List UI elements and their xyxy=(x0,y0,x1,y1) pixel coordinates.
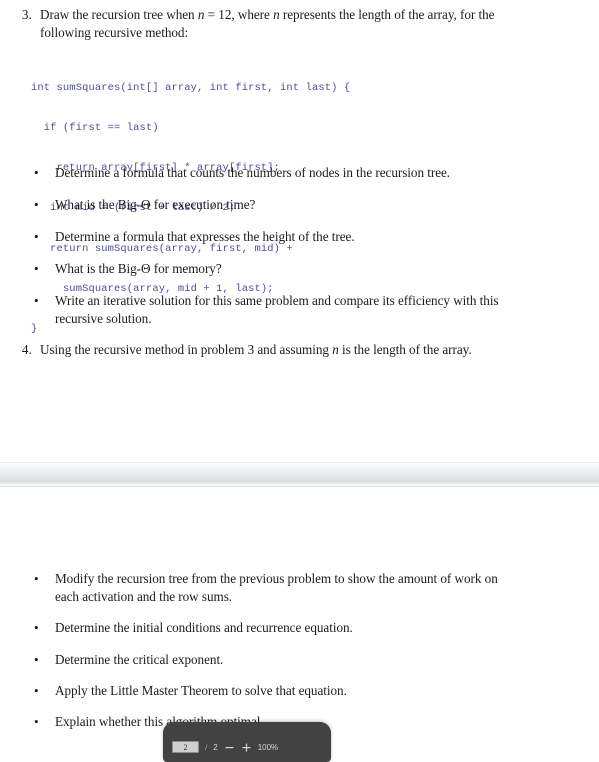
numbered-item-4-text: Using the recursive method in problem 3 … xyxy=(40,341,472,359)
list-item-text: Write an iterative solution for this sam… xyxy=(55,292,499,327)
zoom-level-label: 100% xyxy=(257,742,279,752)
bullet-icon: • xyxy=(34,293,39,308)
numbered-item-3-text: Draw the recursion tree when n = 12, whe… xyxy=(40,6,495,41)
list-item: • Modify the recursion tree from the pre… xyxy=(30,570,575,605)
bullet-icon: • xyxy=(34,197,39,212)
list-item-line: Modify the recursion tree from the previ… xyxy=(55,571,498,586)
bullet-icon: • xyxy=(34,652,39,667)
code-line-1: int sumSquares(int[] array, int first, i… xyxy=(31,81,351,94)
list-item-line: recursive solution. xyxy=(55,310,152,326)
document-page-1: 3. Draw the recursion tree when n = 12, … xyxy=(0,0,599,462)
list-item-text: Determine the initial conditions and rec… xyxy=(55,619,353,637)
document-page-2: • Modify the recursion tree from the pre… xyxy=(0,487,599,737)
page-separator xyxy=(0,462,599,487)
numbered-item-4-line-1: Using the recursive method in problem 3 … xyxy=(40,342,472,357)
list-item-line: Apply the Little Master Theorem to solve… xyxy=(55,683,347,698)
list-item: • What is the Big-Θ for execution time? xyxy=(30,196,575,214)
list-item: • Write an iterative solution for this s… xyxy=(30,292,575,327)
bullet-icon: • xyxy=(34,714,39,729)
bullet-icon: • xyxy=(34,620,39,635)
code-line-2: if (first == last) xyxy=(31,122,159,135)
bullet-icon: • xyxy=(34,683,39,698)
list-item-line: Determine a formula that counts the numb… xyxy=(55,165,451,180)
list-item: • Determine a formula that counts the nu… xyxy=(30,164,575,182)
bullet-icon: • xyxy=(34,229,39,244)
numbered-item-3-line-1: Draw the recursion tree when n = 12, whe… xyxy=(40,7,495,22)
numbered-item-3-line-2: following recursive method: xyxy=(40,24,189,40)
list-item-text: What is the Big-Θ for execution time? xyxy=(55,196,255,214)
bullet-icon: • xyxy=(34,261,39,276)
document-viewer[interactable]: 3. Draw the recursion tree when n = 12, … xyxy=(0,0,599,762)
list-item-text: What is the Big-Θ for memory? xyxy=(55,260,222,278)
list-item-line: What is the Big-Θ for memory? xyxy=(55,261,222,276)
bullet-icon: • xyxy=(34,165,39,180)
list-item: • Determine the initial conditions and r… xyxy=(30,619,575,637)
minus-icon[interactable] xyxy=(224,742,235,753)
list-item-line: Determine the initial conditions and rec… xyxy=(55,620,353,635)
page-separator-slash: / xyxy=(205,742,208,752)
toolbar-row: 2 / 2 100% xyxy=(163,722,331,762)
page-number-input[interactable]: 2 xyxy=(172,741,199,753)
bullet-icon: • xyxy=(34,571,39,586)
plus-icon[interactable] xyxy=(241,742,252,753)
list-item: • What is the Big-Θ for memory? xyxy=(30,260,575,278)
page-total-label: 2 xyxy=(213,742,218,752)
numbered-item-3-number: 3. xyxy=(21,7,32,22)
list-item-text: Determine a formula that expresses the h… xyxy=(55,228,355,246)
list-item-text: Modify the recursion tree from the previ… xyxy=(55,570,498,605)
list-item-line: Determine a formula that expresses the h… xyxy=(55,229,355,244)
list-item: • Determine a formula that expresses the… xyxy=(30,228,575,246)
list-item-text: Apply the Little Master Theorem to solve… xyxy=(55,682,347,700)
list-item-line: Write an iterative solution for this sam… xyxy=(55,293,499,308)
list-item-line: Determine the critical exponent. xyxy=(55,652,224,667)
numbered-item-4-number: 4. xyxy=(21,342,32,357)
page-separator-top-edge xyxy=(0,462,599,463)
list-item-line: What is the Big-Θ for execution time? xyxy=(55,197,256,212)
list-item-text: Determine the critical exponent. xyxy=(55,651,223,669)
numbered-item-4: 4. Using the recursive method in problem… xyxy=(14,341,574,359)
pdf-viewer-toolbar[interactable]: 2 / 2 100% xyxy=(163,722,331,762)
list-item: • Apply the Little Master Theorem to sol… xyxy=(30,682,575,700)
numbered-item-3: 3. Draw the recursion tree when n = 12, … xyxy=(14,6,574,41)
list-item-line: each activation and the row sums. xyxy=(55,588,233,604)
list-item: • Determine the critical exponent. xyxy=(30,651,575,669)
list-item-text: Determine a formula that counts the numb… xyxy=(55,164,450,182)
